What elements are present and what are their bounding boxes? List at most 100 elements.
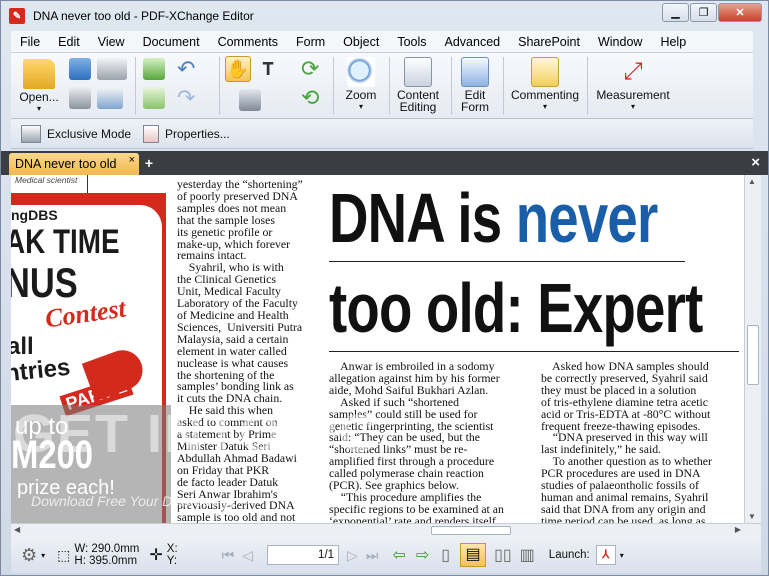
import-icon[interactable]: [143, 58, 165, 80]
close-tab-icon[interactable]: ×: [129, 154, 135, 166]
title-bar: ✎ DNA never too old - PDF-XChange Editor…: [1, 1, 768, 31]
menu-advanced[interactable]: Advanced: [436, 35, 510, 49]
menu-sharepoint[interactable]: SharePoint: [509, 35, 589, 49]
menu-form[interactable]: Form: [287, 35, 334, 49]
forward-view-icon[interactable]: ⇨: [416, 545, 429, 565]
next-page-icon[interactable]: ▷: [347, 547, 358, 564]
commenting-button[interactable]: Commenting ▾: [509, 57, 581, 113]
tab-dna-never-too-old[interactable]: DNA never too old ×: [9, 153, 139, 175]
menu-tools[interactable]: Tools: [388, 35, 435, 49]
last-page-icon[interactable]: ⏭: [366, 547, 379, 564]
cursor-coordinates: X: Y:: [166, 543, 178, 567]
exclusive-mode-icon: [21, 124, 41, 143]
vertical-scroll-thumb[interactable]: [747, 325, 759, 385]
select-text-icon[interactable]: 𝐓: [257, 58, 279, 80]
menu-bar: File Edit View Document Comments Form Ob…: [11, 31, 753, 53]
dropdown-arrow-icon: ▾: [36, 104, 41, 113]
vertical-scrollbar[interactable]: ▲ ▼: [744, 175, 761, 523]
menu-file[interactable]: File: [11, 35, 49, 49]
headline-highlight: never: [515, 179, 659, 257]
page-dimensions: W: 290.0mm H: 395.0mm: [74, 543, 140, 567]
save-icon[interactable]: [69, 58, 91, 80]
print-icon[interactable]: [69, 87, 91, 109]
ribbon-separator: [389, 57, 390, 115]
form-edit-icon: [461, 57, 489, 87]
exclusive-mode-button[interactable]: Exclusive Mode: [21, 124, 131, 143]
headline-rule: [329, 261, 685, 262]
headline-line-1: DNA is never: [329, 179, 658, 257]
content-editing-button[interactable]: Content Editing: [393, 57, 443, 113]
back-view-icon[interactable]: ⇦: [392, 545, 405, 565]
pdf-app-icon[interactable]: ✎: [9, 8, 25, 24]
settings-gear-icon[interactable]: ⚙: [21, 545, 37, 566]
scroll-down-icon[interactable]: ▼: [748, 512, 756, 521]
undo-icon[interactable]: ↶: [177, 58, 203, 80]
menu-comments[interactable]: Comments: [209, 35, 287, 49]
menu-object[interactable]: Object: [334, 35, 388, 49]
horizontal-scroll-thumb[interactable]: [431, 526, 511, 535]
window-controls: ▁ ❐ ✕: [661, 3, 762, 22]
first-page-icon[interactable]: ⏮: [222, 547, 235, 564]
document-view[interactable]: Medical scientist ngDBS AK TIME NUS Cont…: [11, 175, 744, 523]
article-column-left: yesterday the “shortening” of poorly pres…: [177, 178, 317, 523]
menu-window[interactable]: Window: [589, 35, 651, 49]
open-button[interactable]: Open... ▾: [17, 59, 61, 115]
zoom-button[interactable]: Zoom ▾: [341, 57, 381, 113]
redo-icon[interactable]: ↷: [177, 87, 203, 109]
email-icon[interactable]: [97, 87, 123, 109]
content-editing-icon: [404, 57, 432, 87]
crosshair-icon: ✛: [149, 547, 163, 564]
ribbon-separator: [219, 57, 220, 115]
menu-edit[interactable]: Edit: [49, 35, 89, 49]
page-number-input[interactable]: 1/1: [267, 545, 340, 565]
two-page-continuous-icon[interactable]: ▥: [520, 545, 535, 565]
horizontal-scrollbar[interactable]: ◀ ▶: [11, 523, 761, 537]
watermark-caption: Download Free Your Desired App: [31, 493, 239, 509]
dropdown-arrow-icon[interactable]: ▾: [620, 551, 624, 560]
scroll-left-icon[interactable]: ◀: [14, 525, 20, 534]
snapshot-icon[interactable]: [239, 89, 261, 111]
scroll-up-icon[interactable]: ▲: [748, 177, 756, 186]
page-size-icon: ⬚: [57, 546, 71, 563]
scroll-right-icon[interactable]: ▶: [735, 525, 741, 534]
megaphone-icon: [81, 344, 149, 402]
close-document-icon[interactable]: ×: [751, 154, 760, 171]
article-line: sample is too old and not: [177, 510, 296, 523]
menu-view[interactable]: View: [89, 35, 134, 49]
rotate-counterclockwise-icon[interactable]: ⟲: [301, 87, 323, 109]
photo-caption: Medical scientist: [15, 175, 78, 185]
hand-tool-icon[interactable]: ✋: [225, 56, 251, 82]
magnifier-icon: [347, 57, 375, 87]
article-column-right: Asked how DNA samples should be correctly…: [541, 360, 741, 523]
menu-help[interactable]: Help: [651, 35, 695, 49]
new-tab-icon[interactable]: +: [142, 156, 156, 170]
article-line: time period can be used, as long as: [541, 513, 706, 523]
two-page-icon[interactable]: ▯▯: [494, 545, 512, 565]
scanner-icon[interactable]: [97, 58, 127, 80]
previous-page-icon[interactable]: ◁: [242, 547, 253, 564]
headline-rule-bottom: [329, 351, 739, 352]
ribbon-separator: [333, 57, 334, 115]
menu-document[interactable]: Document: [134, 35, 209, 49]
status-bar: ⚙ ▾ ⬚ W: 290.0mm H: 395.0mm ✛ X: Y: ⏮ ◁ …: [11, 537, 761, 573]
measurement-button[interactable]: ⤢ Measurement ▾: [593, 57, 673, 113]
properties-button[interactable]: Properties...: [143, 124, 230, 143]
edit-form-button[interactable]: Edit Form: [455, 57, 495, 113]
headline-line-2: too old: Expert: [329, 269, 703, 347]
ribbon-separator: [135, 57, 136, 115]
minimize-button[interactable]: ▁: [662, 3, 689, 22]
launch-label: Launch:: [548, 549, 590, 561]
export-icon[interactable]: [143, 87, 165, 109]
pdf-launch-icon[interactable]: ⅄: [595, 545, 616, 565]
dropdown-arrow-icon[interactable]: ▾: [41, 551, 45, 560]
dropdown-arrow-icon: ▾: [358, 102, 363, 111]
close-button[interactable]: ✕: [718, 3, 762, 22]
dropdown-arrow-icon: ▾: [542, 102, 547, 111]
document-tab-strip: DNA never too old × + ×: [1, 151, 768, 175]
comment-icon: [531, 57, 559, 87]
single-page-icon[interactable]: ▯: [441, 545, 450, 565]
secondary-toolbar: Exclusive Mode Properties...: [11, 119, 753, 149]
continuous-page-icon[interactable]: ▤: [460, 543, 487, 567]
rotate-clockwise-icon[interactable]: ⟳: [301, 58, 323, 80]
restore-button[interactable]: ❐: [690, 3, 717, 22]
